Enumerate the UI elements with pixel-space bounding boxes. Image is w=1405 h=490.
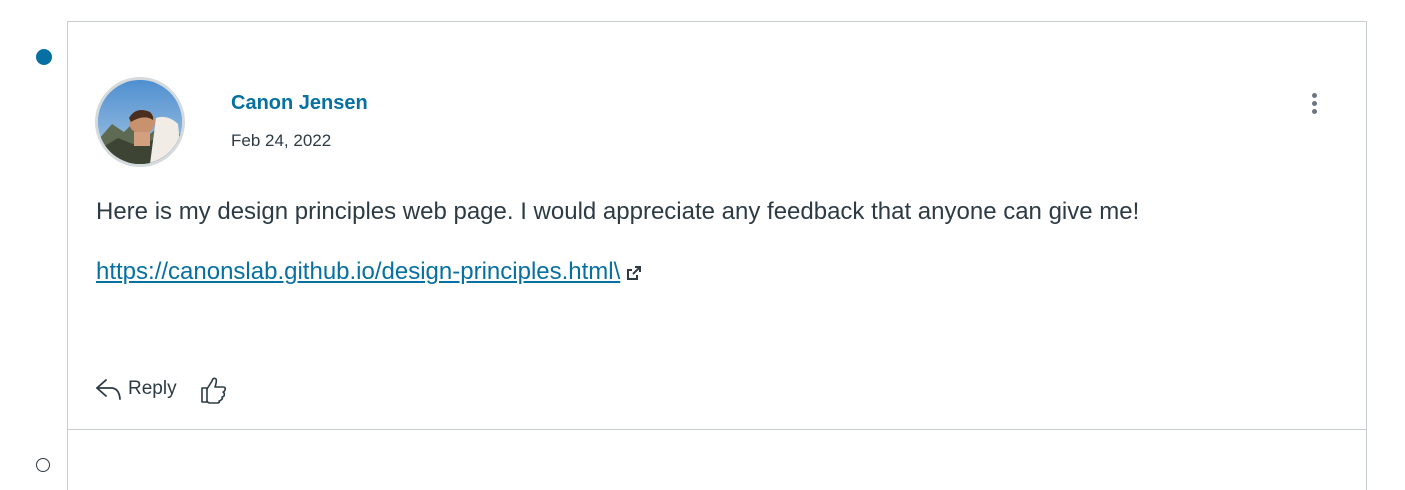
reply-button[interactable]: Reply [94, 374, 177, 404]
reply-arrow-icon [96, 379, 121, 400]
post-link[interactable]: https://canonslab.github.io/design-princ… [96, 258, 620, 285]
kebab-icon[interactable] [1300, 90, 1328, 122]
post-date: Feb 24, 2022 [231, 131, 332, 150]
author-name[interactable]: Canon Jensen [231, 92, 368, 115]
avatar[interactable] [95, 77, 185, 167]
next-discussion-entry [67, 430, 1367, 490]
read-indicator-icon [36, 458, 50, 472]
like-button[interactable] [198, 374, 228, 411]
discussion-entry: Canon Jensen Feb 24, 2022 Here is my des… [67, 21, 1367, 430]
reply-label: Reply [128, 378, 177, 399]
external-link-icon[interactable] [626, 265, 642, 281]
unread-indicator-icon [36, 49, 52, 65]
post-link-container: https://canonslab.github.io/design-princ… [96, 258, 642, 286]
post-message: Here is my design principles web page. I… [96, 198, 1140, 225]
avatar-photo [98, 80, 182, 164]
thumbs-up-icon [201, 377, 227, 404]
